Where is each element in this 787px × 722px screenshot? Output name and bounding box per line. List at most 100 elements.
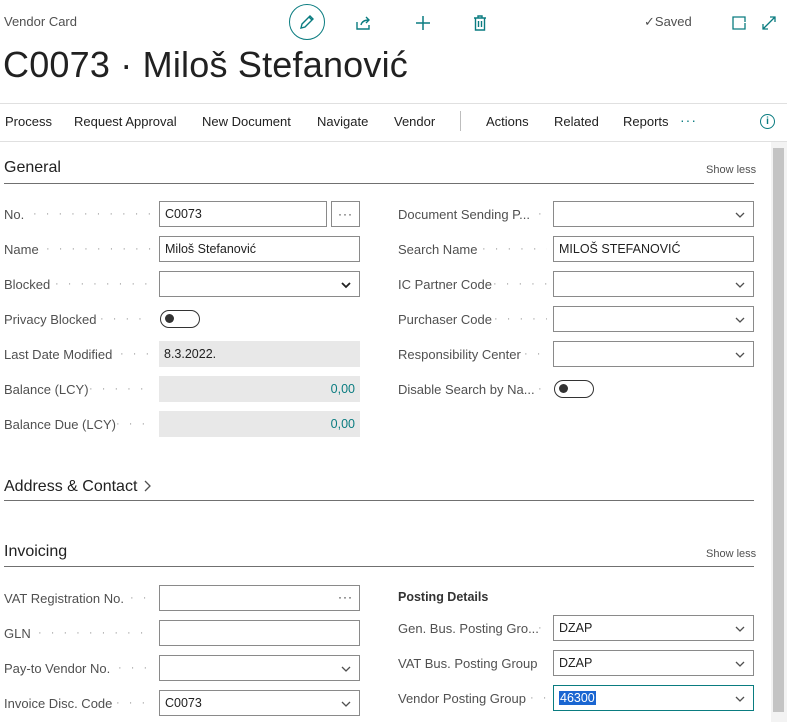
- chevron-down-icon: [341, 282, 351, 289]
- delete-icon: [474, 15, 486, 31]
- label-leader: · · · · ·: [116, 418, 151, 430]
- no-input[interactable]: C0073: [159, 201, 327, 227]
- field-label-gen-bus-posting-group: Gen. Bus. Posting Gro...: [398, 621, 538, 636]
- vat-bus-posting-group-select[interactable]: DZAP: [553, 650, 754, 676]
- action-separator: [460, 111, 461, 131]
- share-button[interactable]: [351, 10, 377, 36]
- privacy-blocked-toggle[interactable]: [160, 310, 200, 328]
- action-bar-top-divider: [0, 103, 787, 104]
- action-vendor[interactable]: Vendor: [394, 114, 435, 129]
- action-navigate[interactable]: Navigate: [317, 114, 368, 129]
- name-input[interactable]: Miloš Stefanović: [159, 236, 360, 262]
- posting-details-heading: Posting Details: [398, 590, 489, 604]
- chevron-down-icon: [341, 666, 351, 672]
- vendor-posting-group-select[interactable]: 46300: [553, 685, 754, 711]
- label-leader: · ·: [530, 692, 548, 704]
- responsibility-center-select[interactable]: [553, 341, 754, 367]
- action-reports[interactable]: Reports: [623, 114, 669, 129]
- chevron-down-icon: [735, 282, 745, 288]
- label-leader: · · · · · · · · · · · · · · ·: [46, 243, 151, 255]
- label-leader: · · · · · · · · · · · · · · · · ·: [33, 208, 151, 220]
- field-label-last-date-modified: Last Date Modified: [4, 347, 113, 362]
- address-divider: [4, 500, 754, 501]
- chevron-down-icon: [341, 701, 351, 707]
- toggle-knob: [165, 314, 174, 323]
- gen-bus-posting-group-select[interactable]: DZAP: [553, 615, 754, 641]
- label-leader: · · ·: [524, 348, 547, 360]
- scrollbar-thumb[interactable]: [773, 148, 784, 712]
- edit-button[interactable]: [289, 4, 325, 40]
- label-leader: · · · · · · · ·: [89, 383, 151, 395]
- label-leader: ·: [538, 622, 545, 634]
- general-show-less-link[interactable]: Show less: [706, 164, 756, 176]
- field-label-search-name: Search Name: [398, 242, 478, 257]
- action-bar-bottom-divider: [0, 141, 787, 142]
- label-leader: · · · · · · ·: [100, 313, 151, 325]
- vat-registration-no-input[interactable]: ···: [159, 585, 360, 611]
- disable-search-toggle[interactable]: [554, 380, 594, 398]
- label-leader: · · · · · · · · · · · · · ·: [55, 278, 151, 290]
- gln-input[interactable]: [159, 620, 360, 646]
- open-new-window-icon: [732, 16, 746, 30]
- field-label-balance-lcy: Balance (LCY): [4, 382, 89, 397]
- field-label-vat-bus-posting-group: VAT Bus. Posting Group: [398, 656, 538, 671]
- toggle-knob: [559, 384, 568, 393]
- chevron-down-icon: [735, 352, 745, 358]
- balance-lcy-value[interactable]: 0,00: [159, 376, 360, 402]
- check-icon: ✓: [644, 14, 655, 29]
- purchaser-code-select[interactable]: [553, 306, 754, 332]
- field-label-vat-registration-no: VAT Registration No.: [4, 591, 124, 606]
- field-label-name: Name: [4, 242, 39, 257]
- general-divider: [4, 183, 754, 184]
- label-leader: ·: [538, 383, 545, 395]
- field-label-disable-search: Disable Search by Na...: [398, 382, 535, 397]
- field-label-pay-to-vendor-no: Pay-to Vendor No.: [4, 661, 111, 676]
- action-process[interactable]: Process: [5, 114, 52, 129]
- pay-to-vendor-no-select[interactable]: [159, 655, 360, 681]
- field-label-no: No.: [4, 207, 25, 222]
- section-address-contact-title[interactable]: Address & Contact: [4, 478, 152, 496]
- expand-button[interactable]: [756, 10, 782, 36]
- label-leader: · · ·: [130, 592, 151, 604]
- section-general-title[interactable]: General: [4, 159, 61, 177]
- no-assist-button[interactable]: ···: [331, 201, 360, 227]
- new-button[interactable]: [410, 10, 436, 36]
- last-date-modified-value: 8.3.2022.: [159, 341, 360, 367]
- field-label-document-sending-profile: Document Sending P...: [398, 207, 531, 222]
- section-invoicing-title[interactable]: Invoicing: [4, 543, 67, 561]
- field-label-invoice-disc-code: Invoice Disc. Code: [4, 696, 113, 711]
- field-label-blocked: Blocked: [4, 277, 51, 292]
- action-actions[interactable]: Actions: [486, 114, 529, 129]
- edit-icon: [300, 15, 314, 29]
- field-label-privacy-blocked: Privacy Blocked: [4, 312, 97, 327]
- label-leader: · · · · · · · · ·: [482, 243, 547, 255]
- invoice-disc-code-select[interactable]: C0073: [159, 690, 360, 716]
- open-new-window-button[interactable]: [726, 10, 752, 36]
- invoicing-divider: [4, 566, 754, 567]
- field-label-gln: GLN: [4, 626, 31, 641]
- field-label-vendor-posting-group: Vendor Posting Group: [398, 691, 526, 706]
- action-new-document[interactable]: New Document: [202, 114, 291, 129]
- vat-registration-assist-button[interactable]: ···: [338, 590, 353, 604]
- ic-partner-code-select[interactable]: [553, 271, 754, 297]
- search-name-input[interactable]: MILOŠ STEFANOVIĆ: [553, 236, 754, 262]
- page-caption: Vendor Card: [4, 14, 77, 29]
- delete-button[interactable]: [467, 10, 493, 36]
- blocked-select[interactable]: [159, 271, 360, 297]
- invoicing-show-less-link[interactable]: Show less: [706, 548, 756, 560]
- label-leader: · · · · · · · · · · · · · · · ·: [38, 627, 151, 639]
- label-leader: · · · ·: [118, 662, 151, 674]
- label-leader: · · · · · · ·: [494, 313, 547, 325]
- chevron-down-icon: [735, 212, 745, 218]
- more-actions-button[interactable]: ···: [680, 112, 697, 128]
- field-label-purchaser-code: Purchaser Code: [398, 312, 492, 327]
- share-icon: [356, 16, 370, 30]
- info-icon[interactable]: i: [760, 114, 775, 129]
- action-request-approval[interactable]: Request Approval: [74, 114, 177, 129]
- document-sending-profile-select[interactable]: [553, 201, 754, 227]
- page-title: C0073 · Miloš Stefanović: [3, 44, 408, 85]
- chevron-down-icon: [735, 661, 745, 667]
- action-related[interactable]: Related: [554, 114, 599, 129]
- balance-due-lcy-value[interactable]: 0,00: [159, 411, 360, 437]
- chevron-right-icon: [144, 480, 151, 492]
